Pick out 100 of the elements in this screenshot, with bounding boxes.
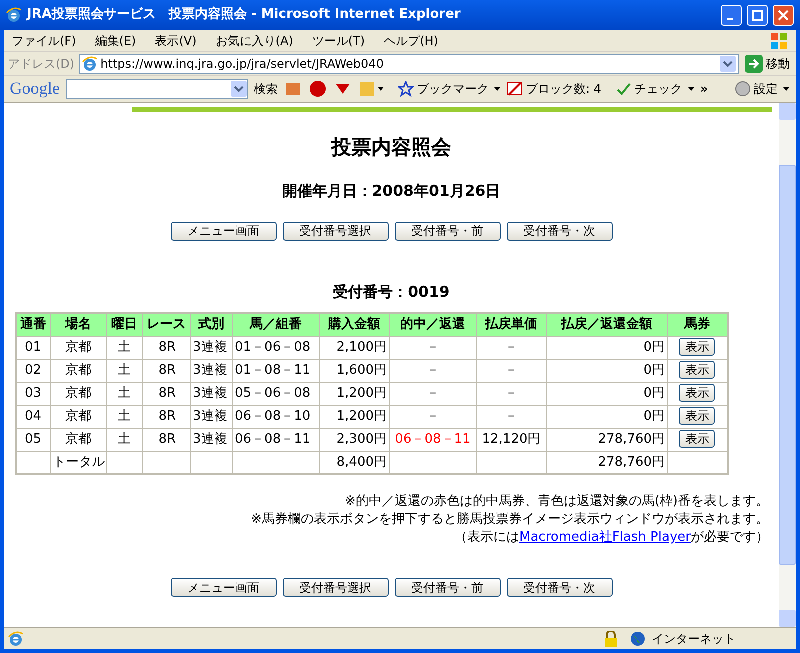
table-cell: 京都	[50, 428, 106, 451]
settings-button[interactable]: 設定	[735, 80, 790, 98]
show-button[interactable]: 表示	[679, 384, 716, 402]
table-cell: 1,600円	[320, 359, 390, 382]
maximize-button[interactable]	[747, 4, 768, 26]
column-header: 馬券	[668, 313, 728, 336]
table-cell: 0円	[546, 382, 668, 405]
flash-player-link[interactable]: Macromedia社Flash Player	[520, 530, 691, 545]
globe-icon	[630, 630, 646, 646]
show-button[interactable]: 表示	[679, 360, 716, 379]
show-button[interactable]: 表示	[679, 406, 716, 425]
table-cell: 8R	[142, 359, 190, 382]
bookmarks-button[interactable]: ブックマーク	[398, 80, 502, 98]
nav-button[interactable]: 受付番号・前	[394, 222, 500, 240]
search-button[interactable]: 検索	[254, 80, 278, 98]
table-cell: －	[476, 359, 546, 382]
table-cell: 0円	[546, 336, 668, 359]
table-cell: 2,300円	[320, 428, 390, 451]
column-header: レース	[142, 313, 190, 336]
nav-button[interactable]: 受付番号・次	[506, 578, 612, 597]
table-cell: 06－08－11	[390, 428, 476, 451]
nav-button[interactable]: 受付番号選択	[282, 222, 388, 240]
nav-button[interactable]: メニュー画面	[170, 578, 276, 597]
settings-icon	[735, 81, 751, 97]
browser-logo-icon	[82, 56, 98, 72]
address-label: アドレス(D)	[8, 56, 75, 72]
show-button[interactable]: 表示	[679, 430, 716, 448]
menu-item[interactable]: 表示(V)	[155, 32, 197, 50]
browser-logo-icon	[8, 630, 24, 646]
table-cell: 06－08－11	[232, 428, 320, 451]
show-button[interactable]: 表示	[679, 338, 716, 356]
table-cell: 3連複	[190, 405, 232, 428]
menu-item[interactable]: お気に入り(A)	[216, 32, 294, 50]
windows-flag-icon	[770, 32, 788, 50]
caret-icon	[688, 87, 695, 91]
table-cell: －	[476, 382, 546, 405]
popup-blocker-button[interactable]: ブロック数: 4	[507, 80, 602, 98]
table-cell: 03	[16, 382, 50, 405]
table-cell: 2,100円	[320, 336, 390, 359]
column-header: 購入金額	[320, 313, 390, 336]
nav-button[interactable]: メニュー画面	[170, 222, 276, 240]
nav-button[interactable]: 受付番号・前	[394, 578, 500, 597]
table-cell: 8R	[142, 428, 190, 451]
go-button[interactable]: 移動	[743, 54, 792, 72]
minimize-button[interactable]	[721, 4, 742, 26]
dropdown-icon[interactable]	[231, 81, 248, 97]
checkmark-icon	[616, 81, 632, 97]
more-chevron[interactable]: »	[700, 80, 708, 98]
table-cell: 01－08－11	[232, 359, 320, 382]
column-header: 払戻／返還金額	[546, 313, 668, 336]
race-date: 開催年月日：2008年01月26日	[282, 181, 501, 202]
menu-item[interactable]: 編集(E)	[95, 32, 136, 50]
table-cell: 0円	[546, 359, 668, 382]
dropdown-icon[interactable]	[720, 56, 736, 72]
column-header: 場名	[50, 313, 106, 336]
table-cell: 278,760円	[546, 428, 668, 451]
table-cell: 8R	[142, 405, 190, 428]
table-cell: －	[390, 336, 476, 359]
toolbar-icons-drawing[interactable]	[284, 80, 384, 98]
table-cell: 京都	[50, 359, 106, 382]
page-heading: 投票内容照会	[332, 134, 452, 161]
table-cell: 京都	[50, 336, 106, 359]
browser-logo-icon	[6, 7, 22, 23]
close-button[interactable]	[773, 4, 794, 26]
column-header: 的中／返還	[390, 313, 476, 336]
column-header: 式別	[190, 313, 232, 336]
column-header: 通番	[16, 313, 50, 336]
nav-button[interactable]: 受付番号選択	[282, 578, 388, 597]
menu-item[interactable]: ツール(T)	[312, 32, 366, 50]
scrollbar[interactable]	[779, 103, 796, 627]
table-cell: 土	[106, 336, 142, 359]
column-header: 払戻単価	[476, 313, 546, 336]
blocked-window-icon	[507, 81, 524, 97]
column-header: 曜日	[106, 313, 142, 336]
caret-icon	[494, 87, 502, 91]
table-cell: 1,200円	[320, 382, 390, 405]
arrow-right-icon	[745, 54, 763, 72]
address-field[interactable]: https://www.inq.jra.go.jp/jra/servlet/JRAWeb040	[78, 54, 739, 74]
nav-button[interactable]: 受付番号・次	[506, 222, 612, 240]
note-text: （表示にはMacromedia社Flash Playerが必要です）	[454, 529, 769, 547]
menu-item[interactable]: ヘルプ(H)	[384, 32, 438, 50]
table-cell: －	[476, 336, 546, 359]
spellcheck-button[interactable]: チェック	[616, 80, 695, 98]
table-cell: 土	[106, 359, 142, 382]
table-cell: 04	[16, 405, 50, 428]
table-cell: 8R	[142, 382, 190, 405]
table-cell: －	[390, 405, 476, 428]
table-cell: 02	[16, 359, 50, 382]
menu-item[interactable]: ファイル(F)	[12, 32, 76, 50]
table-cell: 土	[106, 405, 142, 428]
google-search-field[interactable]	[66, 79, 248, 99]
table-cell: 3連複	[190, 336, 232, 359]
table-cell: 1,200円	[320, 405, 390, 428]
table-cell: 05	[16, 428, 50, 451]
zone-label: インターネット	[652, 630, 737, 648]
window-title: JRA投票照会サービス 投票内容照会 - Microsoft Internet Explorer	[27, 6, 462, 24]
caret-icon	[783, 87, 790, 91]
note-text: ※的中／返還の赤色は的中馬券、青色は返還対象の馬(枠)番を表します。	[344, 493, 769, 511]
table-cell: 3連複	[190, 382, 232, 405]
table-cell: 12,120円	[476, 428, 546, 451]
